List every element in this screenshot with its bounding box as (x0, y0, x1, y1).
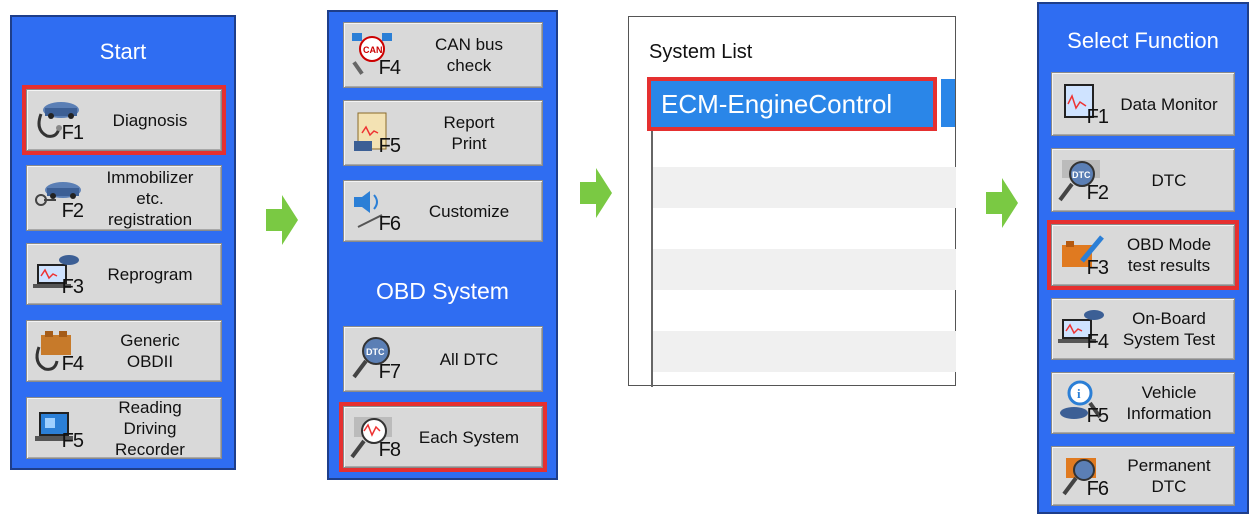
car-laptop-icon: F4 (1056, 305, 1109, 353)
immobilizer-button[interactable]: F2 Immobilizer etc. registration (26, 165, 222, 231)
driving-recorder-button[interactable]: F5 Reading Driving Recorder (26, 397, 222, 459)
customize-button[interactable]: F6 Customize (343, 180, 543, 242)
svg-text:DTC: DTC (366, 347, 385, 357)
svg-text:i: i (1077, 386, 1081, 401)
button-label: Generic OBDII (120, 331, 180, 371)
arrow-right-icon (986, 178, 1018, 228)
engine-magnifier-icon: F6 (1056, 452, 1109, 500)
button-label: Permanent DTC (1127, 456, 1211, 496)
button-label: Each System (418, 427, 520, 447)
button-label: Immobilizer etc. registration (106, 167, 194, 229)
generic-obdii-button[interactable]: F4 Generic OBDII (26, 320, 222, 382)
start-panel: Start F1 Diagnosis F2 Immobilizer etc. r… (10, 15, 236, 470)
button-label: Reprogram (107, 264, 193, 284)
selection-extension (941, 79, 955, 127)
button-label: On-Board System Test (1122, 309, 1216, 349)
button-label: Reading Driving Recorder (115, 397, 185, 459)
fkey-label: F4 (1086, 331, 1109, 353)
can-bus-check-button[interactable]: CAN F4 CAN bus check (343, 22, 543, 88)
fkey-label: F1 (61, 122, 84, 144)
arrow-right-icon (266, 195, 298, 245)
monitor-waveform-icon: F1 (1056, 80, 1109, 128)
speaker-icon: F6 (348, 187, 401, 235)
report-scroll-icon: F5 (348, 109, 401, 157)
dtc-magnifier-icon: DTC F7 (348, 335, 401, 383)
dtc-magnifier-icon: DTC F2 (1056, 156, 1109, 204)
workflow-stage: Start F1 Diagnosis F2 Immobilizer etc. r… (0, 0, 1254, 516)
on-board-system-test-button[interactable]: F4 On-Board System Test (1051, 298, 1235, 360)
button-label: Data Monitor (1120, 94, 1218, 114)
vehicle-info-icon: i F5 (1056, 379, 1109, 427)
car-stethoscope-icon: F1 (31, 96, 84, 144)
svg-text:CAN: CAN (363, 45, 383, 55)
fkey-label: F4 (61, 353, 84, 375)
button-label: Report Print (443, 113, 495, 153)
button-label: OBD Mode test results (1126, 235, 1212, 275)
fkey-label: F3 (61, 276, 84, 298)
vehicle-information-button[interactable]: i F5 Vehicle Information (1051, 372, 1235, 434)
panel-title: Select Function (1067, 28, 1219, 53)
recorder-computer-icon: F5 (31, 404, 84, 452)
fkey-label: F5 (378, 135, 401, 157)
button-label: Diagnosis (112, 110, 188, 130)
car-key-icon: F2 (31, 174, 84, 222)
list-row-empty (651, 331, 956, 372)
reprogram-button[interactable]: F3 Reprogram (26, 243, 222, 305)
list-row-empty (651, 290, 956, 331)
all-dtc-button[interactable]: DTC F7 All DTC (343, 326, 543, 392)
fkey-label: F3 (1086, 257, 1109, 279)
each-system-button[interactable]: F8 Each System (339, 402, 547, 472)
fkey-label: F2 (1086, 182, 1109, 204)
obd-system-title: OBD System (376, 278, 509, 304)
permanent-dtc-button[interactable]: F6 Permanent DTC (1051, 446, 1235, 506)
list-row-empty (651, 249, 956, 290)
svg-text:DTC: DTC (1072, 170, 1091, 180)
car-laptop-icon: F3 (31, 250, 84, 298)
obd-mode-test-results-button[interactable]: F3 OBD Mode test results (1047, 220, 1239, 290)
button-label: All DTC (439, 349, 499, 369)
button-label: DTC (1151, 170, 1187, 190)
fkey-label: F8 (378, 439, 401, 461)
diagnosis-button[interactable]: F1 Diagnosis (22, 85, 226, 155)
system-list-panel: System List ECM-EngineControl (628, 16, 956, 387)
button-label: CAN bus check (434, 35, 504, 75)
select-function-panel: Select Function F1 Data Monitor DTC F2 D… (1037, 2, 1249, 514)
arrow-right-icon (580, 168, 612, 218)
fkey-label: F5 (61, 430, 84, 452)
list-row-empty (651, 167, 956, 208)
report-print-button[interactable]: F5 Report Print (343, 100, 543, 166)
list-row-empty (651, 208, 956, 249)
menu-panel: CAN F4 CAN bus check F5 Report Print F6 … (327, 10, 558, 480)
dtc-button[interactable]: DTC F2 DTC (1051, 148, 1235, 212)
data-monitor-button[interactable]: F1 Data Monitor (1051, 72, 1235, 136)
engine-test-icon: F3 (1056, 231, 1109, 279)
fkey-label: F1 (1086, 106, 1109, 128)
panel-title: Start (99, 39, 147, 64)
fkey-label: F6 (1086, 478, 1109, 500)
waveform-magnifier-icon: F8 (348, 413, 401, 461)
fkey-label: F5 (1086, 405, 1109, 427)
fkey-label: F2 (61, 200, 84, 222)
button-label: Vehicle Information (1126, 383, 1212, 423)
fkey-label: F6 (378, 213, 401, 235)
tree-line (651, 95, 653, 387)
button-label: Customize (428, 201, 510, 221)
can-network-icon: CAN F4 (348, 31, 401, 79)
fkey-label: F7 (378, 361, 401, 383)
system-list-title: System List (649, 41, 753, 63)
fkey-label: F4 (378, 57, 401, 79)
system-list-item-ecm[interactable]: ECM-EngineControl (647, 77, 937, 131)
engine-stethoscope-icon: F4 (31, 327, 84, 375)
